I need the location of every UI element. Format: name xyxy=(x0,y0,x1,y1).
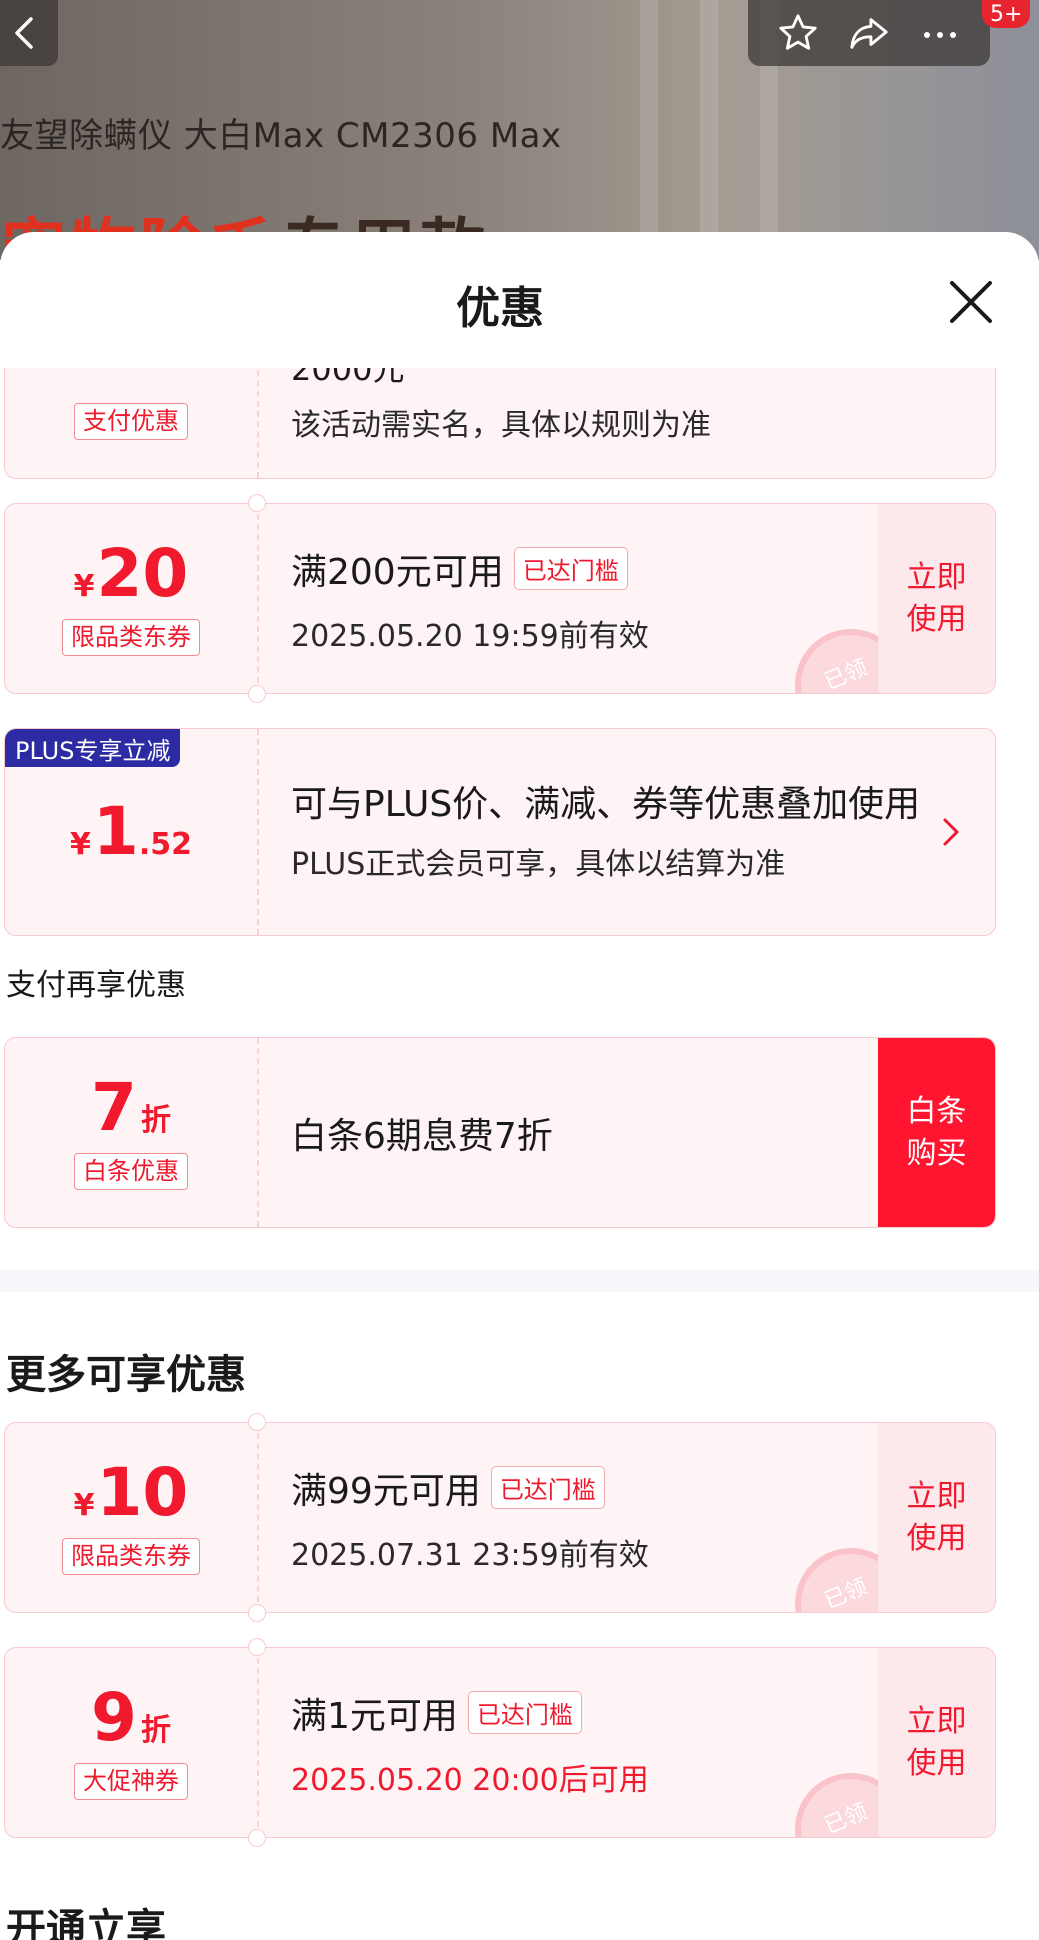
share-icon xyxy=(850,18,888,49)
coupon-condition: 满99元可用 已达门槛 xyxy=(291,1462,649,1514)
use-now-button[interactable]: 立即使用 xyxy=(878,1648,995,1837)
share-button[interactable] xyxy=(847,11,891,55)
baitiao-buy-button[interactable]: 白条购买 xyxy=(878,1038,995,1227)
coupon-amount: ¥10 xyxy=(73,1454,189,1532)
threshold-reached-badge: 已达门槛 xyxy=(467,1691,582,1734)
plus-promo-card[interactable]: PLUS专享立减 ¥1.52 可与PLUS价、满减、券等优惠叠加使用 PLUS正… xyxy=(4,728,996,936)
discount-list[interactable]: 支付优惠 2000元 该活动需实名，具体以规则为准 ¥20 限品类东券 满200… xyxy=(0,368,1039,1940)
baitiao-card[interactable]: 7折 白条优惠 白条6期息费7折 白条购买 xyxy=(4,1037,996,1228)
more-button[interactable] xyxy=(918,11,962,55)
coupon-notch xyxy=(248,685,266,703)
pay-again-label: 支付再享优惠 xyxy=(6,968,186,1003)
coupon-amount: ¥20 xyxy=(73,535,189,613)
coupon-notch xyxy=(248,1638,266,1656)
plus-title: 可与PLUS价、满减、券等优惠叠加使用 xyxy=(291,783,921,825)
discount-sheet: 优惠 支付优惠 2000元 该活动需实名，具体以规则为准 ¥ 20 限品类东券 … xyxy=(0,232,1039,1940)
coupon-validity: 2025.07.31 23:59前有效 xyxy=(291,1537,649,1573)
coupon-tag: 支付优惠 xyxy=(74,403,188,440)
more-offers-heading: 更多可享优惠 xyxy=(6,1352,246,1398)
open-offers-heading: 开通立享 xyxy=(6,1906,166,1940)
coupon-card-10[interactable]: ¥10 限品类东券 满99元可用 已达门槛 2025.07.31 23:59前有… xyxy=(4,1422,996,1613)
threshold-reached-badge: 已达门槛 xyxy=(513,547,628,590)
coupon-tag: 大促神券 xyxy=(74,1763,188,1800)
coupon-card-20[interactable]: ¥20 限品类东券 满200元可用 已达门槛 2025.05.20 19:59前… xyxy=(4,503,996,694)
use-now-button[interactable]: 立即使用 xyxy=(878,504,995,693)
coupon-notch xyxy=(248,494,266,512)
more-icon xyxy=(924,32,957,38)
baitiao-desc: 白条6期息费7折 xyxy=(291,1115,553,1157)
plus-desc: PLUS正式会员可享，具体以结算为准 xyxy=(291,847,786,883)
coupon-notch xyxy=(248,1413,266,1431)
message-badge: 5+ xyxy=(982,0,1031,28)
coupon-condition: 满200元可用 已达门槛 xyxy=(291,543,649,595)
coupon-tag: 限品类东券 xyxy=(62,1538,200,1575)
product-title: 友望除螨仪 大白Max CM2306 Max xyxy=(0,116,562,156)
close-icon xyxy=(950,281,992,323)
use-now-button[interactable]: 立即使用 xyxy=(878,1423,995,1612)
payment-promo-card[interactable]: 支付优惠 2000元 该活动需实名，具体以规则为准 xyxy=(4,368,996,479)
plus-amount: ¥1.52 xyxy=(70,793,192,870)
coupon-validity: 2025.05.20 20:00后可用 xyxy=(291,1762,649,1798)
favorite-button[interactable] xyxy=(776,11,820,55)
sheet-title: 优惠 xyxy=(456,283,544,334)
coupon-validity: 2025.05.20 19:59前有效 xyxy=(291,618,649,654)
back-button[interactable] xyxy=(0,0,58,66)
top-action-bar xyxy=(748,0,990,66)
coupon-notch xyxy=(248,1604,266,1622)
coupon-condition: 满1元可用 已达门槛 xyxy=(291,1687,649,1739)
chevron-right-icon xyxy=(943,818,959,846)
decor-curtain xyxy=(640,0,658,260)
star-icon xyxy=(779,14,817,50)
coupon-card-9-zhe[interactable]: 9折 大促神券 满1元可用 已达门槛 2025.05.20 20:00后可用 已… xyxy=(4,1647,996,1838)
threshold-reached-badge: 已达门槛 xyxy=(490,1466,605,1509)
promo-desc: 该活动需实名，具体以规则为准 xyxy=(291,408,711,443)
baitiao-discount: 7折 xyxy=(91,1069,171,1147)
coupon-notch xyxy=(248,1829,266,1847)
decor-curtain xyxy=(700,0,718,260)
promo-title: 2000元 xyxy=(291,368,405,388)
close-button[interactable] xyxy=(946,277,996,327)
section-divider xyxy=(0,1270,1039,1292)
coupon-discount: 9折 xyxy=(91,1679,171,1757)
coupon-tag: 白条优惠 xyxy=(74,1153,188,1190)
coupon-tag: 限品类东券 xyxy=(62,619,200,656)
back-icon xyxy=(15,17,33,49)
